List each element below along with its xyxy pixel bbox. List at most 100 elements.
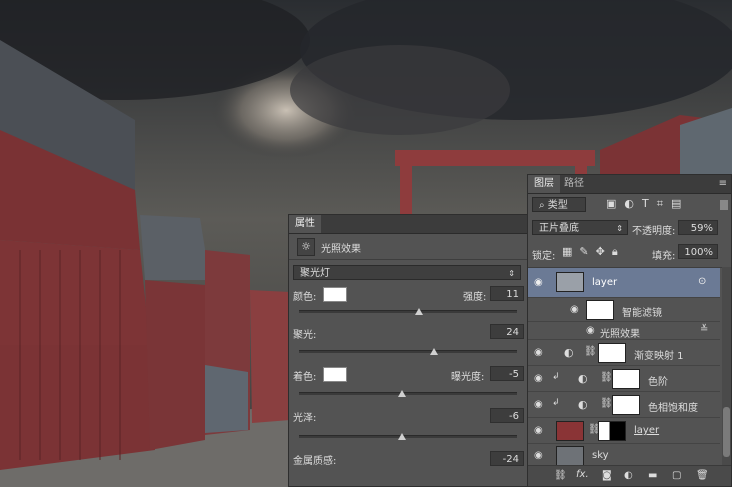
layer-name: 色相饱和度	[648, 403, 698, 414]
layer-row[interactable]: ◉ layer ⊙	[528, 268, 720, 298]
lock-transparent-icon[interactable]: ▦	[562, 245, 579, 258]
fill-label: 填充:	[652, 251, 676, 262]
effect-title: 光照效果	[321, 244, 361, 255]
visibility-eye-icon[interactable]: ◉	[534, 425, 546, 437]
metallic-input[interactable]: -24	[490, 451, 524, 466]
blend-mode-value: 正片叠底	[539, 223, 579, 234]
layer-name: 光照效果	[600, 329, 640, 340]
exposure-input[interactable]: -5	[490, 366, 524, 381]
layers-panel: 图层 路径 ≡ ⌕ 类型 ▣◐T⌗▤ 正片叠底 ⇕ 不透明度: 59% 锁定: …	[527, 174, 732, 487]
light-type-value: 聚光灯	[300, 268, 330, 279]
layer-thumbnail	[556, 446, 584, 466]
layer-row[interactable]: ◉ 智能滤镜	[528, 298, 720, 322]
gloss-slider[interactable]	[299, 435, 517, 438]
chevron-updown-icon: ⇕	[616, 224, 623, 233]
visibility-eye-icon[interactable]: ◉	[534, 399, 546, 411]
shape-filter-icon[interactable]: ⌗	[657, 197, 671, 210]
panel-menu-icon[interactable]: ≡	[719, 178, 727, 189]
visibility-eye-icon[interactable]: ◉	[570, 304, 582, 316]
exposure-slider[interactable]	[299, 392, 517, 395]
properties-header: 属性	[289, 215, 527, 234]
new-layer-icon[interactable]: ▢	[672, 470, 681, 481]
gloss-slider-thumb[interactable]	[398, 433, 406, 440]
image-filter-icon[interactable]: ▣	[606, 197, 624, 210]
colorize-swatch[interactable]	[323, 367, 347, 382]
filter-options-icon[interactable]: ≚	[700, 324, 708, 335]
adjustment-icon: ◐	[564, 346, 574, 359]
layer-name: layer	[634, 425, 660, 436]
layer-row[interactable]: ◉ 光照效果 ≚	[528, 322, 720, 340]
intensity-label: 强度:	[463, 292, 487, 303]
color-label: 颜色:	[293, 292, 317, 303]
visibility-eye-icon[interactable]: ◉	[534, 450, 546, 462]
lock-all-icon[interactable]: 🔒︎	[612, 245, 625, 258]
opacity-label: 不透明度:	[632, 226, 676, 237]
layers-scrollbar[interactable]	[722, 267, 731, 465]
smart-object-filter-icon[interactable]: ▤	[671, 197, 689, 210]
layers-header: 图层 路径 ≡	[528, 175, 731, 194]
filter-kind-select[interactable]: ⌕ 类型	[532, 197, 586, 212]
new-group-icon[interactable]: ▬	[648, 470, 657, 481]
visibility-eye-icon[interactable]: ◉	[534, 373, 546, 385]
light-color-swatch[interactable]	[323, 287, 347, 302]
scrollbar-thumb[interactable]	[723, 407, 730, 457]
layers-list: ◉ layer ⊙ ◉ 智能滤镜 ◉ 光照效果 ≚ ◉ ◐ ⛓ 渐变映射 1 ◉…	[528, 267, 722, 468]
light-type-select[interactable]: 聚光灯 ⇕	[293, 265, 521, 280]
mask-thumbnail	[598, 421, 626, 441]
visibility-eye-icon[interactable]: ◉	[534, 347, 546, 359]
lock-label: 锁定:	[532, 251, 556, 262]
intensity-slider-thumb[interactable]	[415, 308, 423, 315]
mask-thumbnail	[612, 369, 640, 389]
layer-name: 色阶	[648, 377, 668, 388]
adjustment-icon: ◐	[578, 372, 588, 385]
lock-brush-icon[interactable]: ✎	[579, 245, 595, 258]
add-mask-icon[interactable]: ◙	[602, 470, 612, 481]
gloss-input[interactable]: -6	[490, 408, 524, 423]
adjustment-filter-icon[interactable]: ◐	[624, 197, 642, 210]
metallic-label: 金属质感:	[293, 456, 337, 467]
visibility-eye-icon[interactable]: ◉	[586, 325, 598, 337]
hotspot-input[interactable]: 24	[490, 324, 524, 339]
blend-mode-select[interactable]: 正片叠底 ⇕	[532, 220, 628, 235]
lock-icons: ▦✎✥🔒︎	[562, 245, 625, 259]
layer-thumbnail	[556, 272, 584, 292]
layer-name: 渐变映射 1	[634, 351, 684, 362]
lighting-effect-icon: ☼	[297, 238, 315, 256]
lock-move-icon[interactable]: ✥	[596, 245, 612, 258]
gloss-label: 光泽:	[293, 413, 317, 424]
clip-arrow-icon: ↲	[552, 372, 560, 382]
layer-row[interactable]: ◉ ↲ ◐ ⛓ 色相饱和度	[528, 392, 720, 418]
layer-row[interactable]: ◉ ↲ ◐ ⛓ 色阶	[528, 366, 720, 392]
link-icon: ⛓	[584, 346, 597, 357]
exposure-slider-thumb[interactable]	[398, 390, 406, 397]
filter-toggle[interactable]	[720, 200, 728, 210]
adjustment-layer-icon[interactable]: ◐	[624, 470, 633, 481]
layer-name: sky	[592, 450, 609, 461]
layer-row[interactable]: ◉ ⛓ layer	[528, 418, 720, 444]
tab-paths[interactable]: 路径	[558, 175, 590, 193]
mask-thumbnail	[612, 395, 640, 415]
opacity-input[interactable]: 59%	[678, 220, 718, 235]
hotspot-slider[interactable]	[299, 350, 517, 353]
tab-layers[interactable]: 图层	[528, 175, 560, 193]
filter-mask-thumbnail	[586, 300, 614, 320]
link-layers-icon[interactable]: ⛓	[554, 470, 567, 481]
layer-name: layer	[592, 277, 618, 288]
type-filter-icon[interactable]: T	[642, 197, 657, 210]
layer-row[interactable]: ◉ ◐ ⛓ 渐变映射 1	[528, 340, 720, 366]
intensity-input[interactable]: 11	[490, 286, 524, 301]
filter-kind-value: 类型	[547, 200, 568, 211]
chevron-updown-icon: ⇕	[508, 269, 515, 278]
fill-input[interactable]: 100%	[678, 244, 718, 259]
fx-button[interactable]: fx.	[576, 469, 589, 480]
delete-layer-icon[interactable]: 🗑︎	[696, 470, 709, 481]
link-icon: ⛓	[600, 398, 613, 409]
hotspot-slider-thumb[interactable]	[430, 348, 438, 355]
properties-panel: 属性 ☼ 光照效果 聚光灯 ⇕ 颜色: 强度: 11 聚光: 24 着色: 曝光…	[288, 214, 528, 487]
exposure-label: 曝光度:	[451, 372, 485, 383]
tab-properties[interactable]: 属性	[289, 215, 321, 233]
intensity-slider[interactable]	[299, 310, 517, 313]
layers-bottom-toolbar: ⛓ fx. ◙ ◐ ▬ ▢ 🗑︎	[528, 465, 731, 486]
visibility-eye-icon[interactable]: ◉	[534, 277, 546, 289]
colorize-label: 着色:	[293, 372, 317, 383]
